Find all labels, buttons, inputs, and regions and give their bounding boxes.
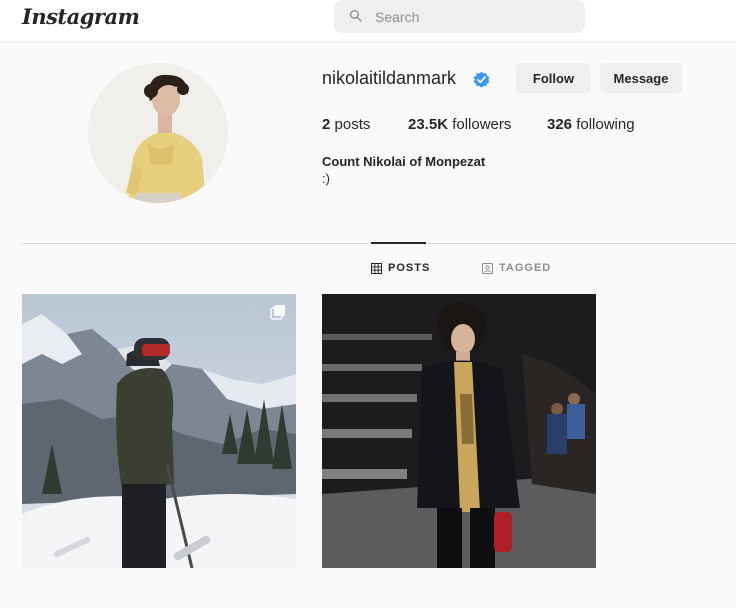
instagram-logo[interactable]: Instagram [22,4,140,29]
search-icon [349,9,362,22]
following-stat[interactable]: 326 following [547,116,635,133]
tagged-user-icon [482,262,493,274]
profile-username: nikolaitildanmark [322,68,457,88]
verified-badge-icon [473,71,490,88]
ski-photo [22,294,296,568]
posts-stat: 2 posts [322,116,370,133]
followers-label: followers [452,116,512,133]
follow-button[interactable]: Follow [516,63,591,93]
followers-stat[interactable]: 23.5K followers [408,116,511,133]
following-label: following [576,116,635,133]
post-thumbnail-ski[interactable] [22,294,296,568]
posts-count: 2 [322,116,331,133]
multiple-photos-icon [270,305,285,320]
profile-bio: :) [322,171,330,186]
search-box[interactable]: Search [334,0,585,33]
tab-posts[interactable]: POSTS [371,262,430,274]
followers-count: 23.5K [408,116,449,133]
top-nav-bar: Instagram Search [0,0,736,42]
active-tab-indicator [371,242,426,244]
posts-label: posts [334,116,371,133]
grid-icon [371,262,382,274]
post-thumbnail-runway[interactable] [322,294,596,568]
profile-avatar[interactable] [88,63,228,203]
tab-tagged-label: TAGGED [499,262,552,274]
profile-full-name: Count Nikolai of Monpezat [322,154,486,169]
search-input[interactable]: Search [375,9,419,25]
avatar-photo [88,63,228,203]
tab-tagged[interactable]: TAGGED [482,262,551,274]
message-button[interactable]: Message [600,63,682,93]
runway-photo [322,294,596,568]
following-count: 326 [547,116,573,133]
tab-posts-label: POSTS [388,262,431,274]
